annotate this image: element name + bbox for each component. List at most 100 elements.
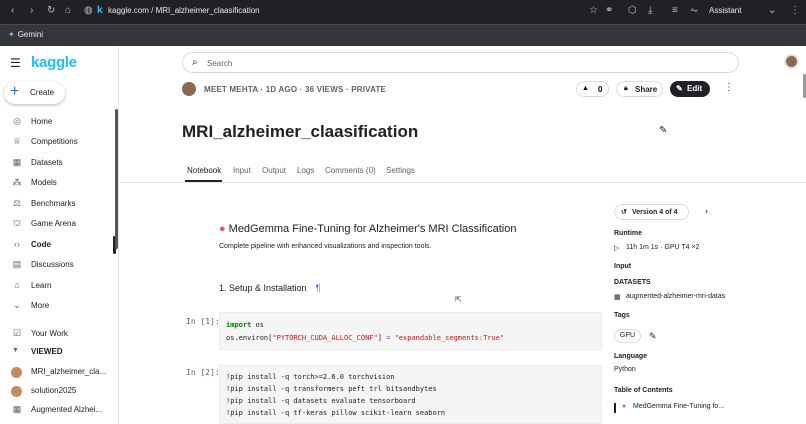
chevron-down-icon[interactable]: ⌄ [768,5,776,16]
code-line: !pip install -q transformers peft trl bi… [226,385,437,393]
sidebar-scrollbar[interactable] [115,109,118,249]
hamburger-menu-icon[interactable]: ☰ [10,56,21,70]
cell-prompt: In [2]: [186,368,220,377]
code-line: !pip install -q datasets evaluate tensor… [226,397,416,405]
table-icon: ▦ [12,157,22,167]
trophy-icon: ♕ [12,136,22,146]
version-button[interactable]: ↺ Version 4 of 4 [614,204,689,220]
dataset-link[interactable]: augmented-alzheimer-mri-datas [626,293,725,300]
star-icon[interactable]: ☆ [589,5,598,16]
address-bar[interactable]: kaggle.com / MRI_alzheimer_claasificatio… [108,6,260,15]
code-line: os.environ["PYTORCH_CUDA_ALLOC_CONF"] = … [226,334,505,342]
tag-chip[interactable]: GPU [614,329,641,343]
sidebar-item-competitions[interactable]: ♕ Competitions [0,133,118,151]
sidebar-item-discussions[interactable]: ▤ Discussions [0,256,118,274]
mouse-cursor-icon: ⇱ [455,295,462,304]
edit-tags-icon[interactable]: ✎ [649,331,657,342]
datasets-heading: DATASETS [614,279,651,286]
viewed-heading: VIEWED [31,347,63,356]
avatar [11,367,22,378]
history-icon: ↺ [621,209,627,216]
user-avatar[interactable] [784,54,799,69]
chevron-right-icon[interactable]: › [705,206,708,216]
sidebar-item-home[interactable]: ◎ Home [0,113,118,131]
avatar [11,386,22,397]
brain-icon: ● [622,403,627,410]
code-cell[interactable]: import os os.environ["PYTORCH_CUDA_ALLOC… [219,312,602,350]
audio-icon[interactable]: ⏦ [690,5,698,16]
notebook-main: ⌕ Search MEET MEHTA · 1D AGO · 36 VIEWS … [120,47,806,424]
compass-icon: ◎ [13,116,21,126]
tab-comments[interactable]: Comments (0) [325,166,376,175]
sidebar-item-learn[interactable]: ⌂ Learn [0,277,118,295]
extension-icon[interactable]: ⬡ [628,5,637,16]
code-icon: ‹› [14,239,20,249]
viewed-item[interactable]: ▦ Augmented Alzhei... [0,401,118,419]
viewed-item[interactable]: MRI_alzheimer_cla... [0,363,118,381]
code-line: import os [226,321,264,329]
tags-heading: Tags [614,312,630,319]
kaggle-logo[interactable]: kaggle [31,54,77,71]
code-cell[interactable]: !pip install -q torch>=2.6.0 torchvision… [219,365,602,424]
language-value: Python [614,366,636,373]
sidebar-item-models[interactable]: ⁂ Models [0,174,118,192]
code-line: !pip install -q tf-keras pillow scikit-l… [226,409,446,417]
browser-toolbar: ‹ › ↻ ⌂ ◍ k kaggle.com / MRI_alzheimer_c… [0,0,806,24]
tab-settings[interactable]: Settings [386,166,415,175]
forward-icon[interactable]: › [30,5,33,16]
kebab-menu-icon[interactable]: ⋮ [790,5,800,16]
edit-button[interactable]: ✎ Edit [670,81,710,97]
language-heading: Language [614,353,648,360]
section-heading: 1. Setup & Installation ¶ [219,283,321,293]
create-button[interactable]: + Create [4,82,65,104]
run-icon: ▷ [614,245,620,252]
discussion-icon: ▤ [12,259,22,269]
assistant-button[interactable]: Assistant [709,6,741,15]
input-heading: Input [614,263,632,270]
viewed-item[interactable]: solution2025 [0,382,118,400]
kaggle-favicon-icon: k [97,5,103,16]
bookmarks-bar: ✦ Gemini [0,24,806,46]
toc-heading: Table of Contents [614,387,673,394]
site-info-icon[interactable]: ◍ [84,5,93,16]
divider [120,182,806,183]
code-line: !pip install -q torch>=2.6.0 torchvision [226,373,395,381]
sidebar-item-benchmarks[interactable]: ⚖ Benchmarks [0,195,118,213]
upvote-button[interactable]: ▲ 0 [576,81,609,97]
tab-logs[interactable]: Logs [297,166,314,175]
notebook-subtitle: Complete pipeline with enhanced visualiz… [219,243,432,250]
download-icon[interactable]: ⤓ [648,5,652,16]
search-input[interactable]: ⌕ Search [182,52,739,73]
notebook-heading: ● MedGemma Fine-Tuning for Alzheimer's MR… [219,223,517,235]
home-icon[interactable]: ⌂ [65,5,71,16]
tab-output[interactable]: Output [262,166,286,175]
lock-icon: 🔒︎ [624,85,628,92]
edit-title-icon[interactable]: ✎ [659,125,667,136]
dataset-icon: ▦ [614,294,621,301]
sidebar-item-your-work[interactable]: ☑ Your Work [0,325,118,343]
anchor-link[interactable]: ¶ [316,283,321,293]
author-avatar[interactable] [182,82,196,96]
back-icon[interactable]: ‹ [11,5,14,16]
caret-down-icon[interactable]: ▼ [12,347,19,354]
toc-active-indicator [614,403,616,413]
reload-icon[interactable]: ↻ [47,5,55,16]
page-title: MRI_alzheimer_claasification [182,122,419,141]
menu-lines-icon[interactable]: ≡ [672,5,678,16]
your-work-icon: ☑ [12,328,22,338]
runtime-heading: Runtime [614,230,642,237]
toc-item[interactable]: MedGemma Fine-Tuning fo... [633,403,724,410]
link-icon[interactable]: ⚭ [605,5,613,16]
share-button[interactable]: 🔒︎ Share [616,81,663,97]
cell-prompt: In [1]: [186,317,220,326]
dataset-thumb-icon: ▦ [12,404,22,414]
more-options-icon[interactable]: ⋮ [724,82,734,93]
tab-notebook[interactable]: Notebook [187,166,221,175]
sidebar-item-more[interactable]: ⌄ More [0,297,118,315]
sidebar-item-code[interactable]: ‹› Code [0,236,118,254]
tab-input[interactable]: Input [233,166,251,175]
plus-icon: + [10,83,20,100]
sidebar-item-datasets[interactable]: ▦ Datasets [0,154,118,172]
sidebar-item-game-arena[interactable]: ⛫ Game Arena [0,215,118,233]
bookmark-gemini[interactable]: ✦ Gemini [8,30,43,39]
